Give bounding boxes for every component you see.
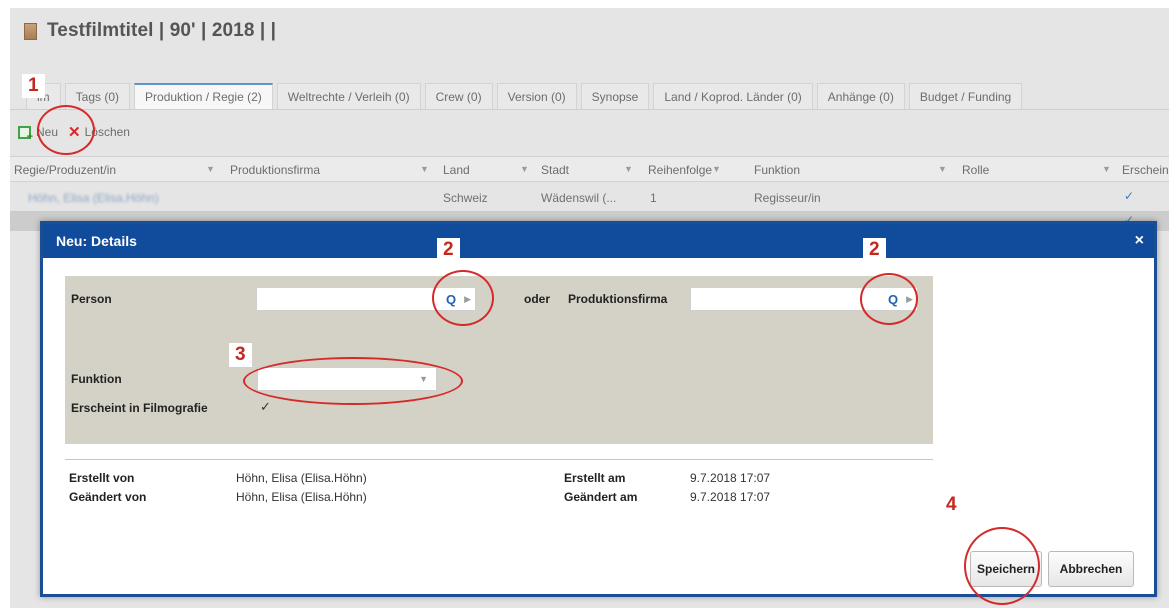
annotation-number-1: 1 bbox=[22, 74, 45, 98]
cell-stadt: Wädenswil (... bbox=[541, 191, 617, 205]
produktionsfirma-label: Produktionsfirma bbox=[568, 292, 668, 306]
changed-by-label: Geändert von bbox=[69, 490, 147, 504]
filter-icon[interactable]: ▼ bbox=[420, 164, 429, 174]
cancel-button[interactable]: Abbrechen bbox=[1048, 551, 1134, 587]
title-row: Testfilmtitel | 90' | 2018 | | bbox=[24, 20, 276, 42]
dialog-title: Neu: Details bbox=[56, 233, 137, 249]
close-icon[interactable]: × bbox=[1135, 232, 1144, 250]
created-at-label: Erstellt am bbox=[564, 471, 626, 485]
tab-weltrechte[interactable]: Weltrechte / Verleih (0) bbox=[276, 83, 421, 109]
column-header-produktionsfirma[interactable]: Produktionsfirma bbox=[230, 163, 320, 177]
filmografie-checkbox[interactable]: ✓ bbox=[260, 400, 274, 414]
cell-funktion: Regisseur/in bbox=[754, 191, 821, 205]
changed-by-value: Höhn, Elisa (Elisa.Höhn) bbox=[236, 490, 367, 504]
cell-reihenfolge: 1 bbox=[650, 191, 657, 205]
filmografie-label: Erscheint in Filmografie bbox=[71, 401, 208, 415]
filter-icon[interactable]: ▼ bbox=[520, 164, 529, 174]
dialog-header: Neu: Details × bbox=[43, 224, 1154, 258]
tab-synopse[interactable]: Synopse bbox=[580, 83, 650, 109]
annotation-number-4: 4 bbox=[940, 493, 963, 517]
filter-icon[interactable]: ▼ bbox=[624, 164, 633, 174]
changed-at-label: Geändert am bbox=[564, 490, 638, 504]
cell-land: Schweiz bbox=[443, 191, 488, 205]
filter-icon[interactable]: ▼ bbox=[1102, 164, 1111, 174]
filter-icon[interactable]: ▼ bbox=[712, 164, 721, 174]
column-header-erscheint[interactable]: Erscheint bbox=[1122, 163, 1169, 177]
filter-icon[interactable]: ▼ bbox=[938, 164, 947, 174]
annotation-circle-firma-search bbox=[860, 273, 918, 325]
tab-land-koprod[interactable]: Land / Koprod. Länder (0) bbox=[653, 83, 813, 109]
created-at-value: 9.7.2018 17:07 bbox=[690, 471, 771, 485]
tab-anhaenge[interactable]: Anhänge (0) bbox=[816, 83, 905, 109]
new-icon bbox=[18, 125, 33, 143]
tab-bar: lm Tags (0) Produktion / Regie (2) Weltr… bbox=[10, 82, 1169, 110]
cell-name: Höhn, Elisa (Elisa.Höhn) bbox=[28, 191, 159, 205]
tab-budget-funding[interactable]: Budget / Funding bbox=[908, 83, 1023, 109]
tab-produktion-regie[interactable]: Produktion / Regie (2) bbox=[134, 83, 273, 109]
changed-at-value: 9.7.2018 17:07 bbox=[690, 490, 771, 504]
column-header-regie[interactable]: Regie/Produzent/in bbox=[14, 163, 116, 177]
annotation-circle-new bbox=[37, 105, 95, 155]
created-by-value: Höhn, Elisa (Elisa.Höhn) bbox=[236, 471, 367, 485]
check-icon: ✓ bbox=[1124, 189, 1135, 203]
column-header-rolle[interactable]: Rolle bbox=[962, 163, 989, 177]
grid-header: Regie/Produzent/in ▼ Produktionsfirma ▼ … bbox=[10, 156, 1169, 182]
annotation-circle-funktion bbox=[243, 357, 463, 405]
filter-icon[interactable]: ▼ bbox=[206, 164, 215, 174]
annotation-number-2: 2 bbox=[437, 238, 460, 262]
page-title: Testfilmtitel | 90' | 2018 | | bbox=[47, 20, 277, 41]
tab-crew[interactable]: Crew (0) bbox=[424, 83, 493, 109]
annotation-number-2: 2 bbox=[863, 238, 886, 262]
divider bbox=[65, 459, 933, 460]
column-header-stadt[interactable]: Stadt bbox=[541, 163, 569, 177]
annotation-circle-save bbox=[964, 527, 1040, 605]
column-header-land[interactable]: Land bbox=[443, 163, 470, 177]
created-by-label: Erstellt von bbox=[69, 471, 135, 485]
details-form: Person Q ▶ oder Produktionsfirma Q ▶ Fun… bbox=[65, 276, 933, 444]
screenshot: Testfilmtitel | 90' | 2018 | | lm Tags (… bbox=[0, 0, 1169, 608]
person-label: Person bbox=[71, 292, 112, 306]
column-header-funktion[interactable]: Funktion bbox=[754, 163, 800, 177]
table-row[interactable]: Höhn, Elisa (Elisa.Höhn) Schweiz Wädensw… bbox=[10, 184, 1169, 210]
film-icon bbox=[24, 22, 37, 40]
or-label: oder bbox=[524, 292, 551, 306]
column-header-reihenfolge[interactable]: Reihenfolge bbox=[648, 163, 712, 177]
annotation-circle-person-search bbox=[432, 270, 494, 326]
tab-version[interactable]: Version (0) bbox=[496, 83, 577, 109]
annotation-number-3: 3 bbox=[229, 343, 252, 367]
funktion-label: Funktion bbox=[71, 372, 122, 386]
